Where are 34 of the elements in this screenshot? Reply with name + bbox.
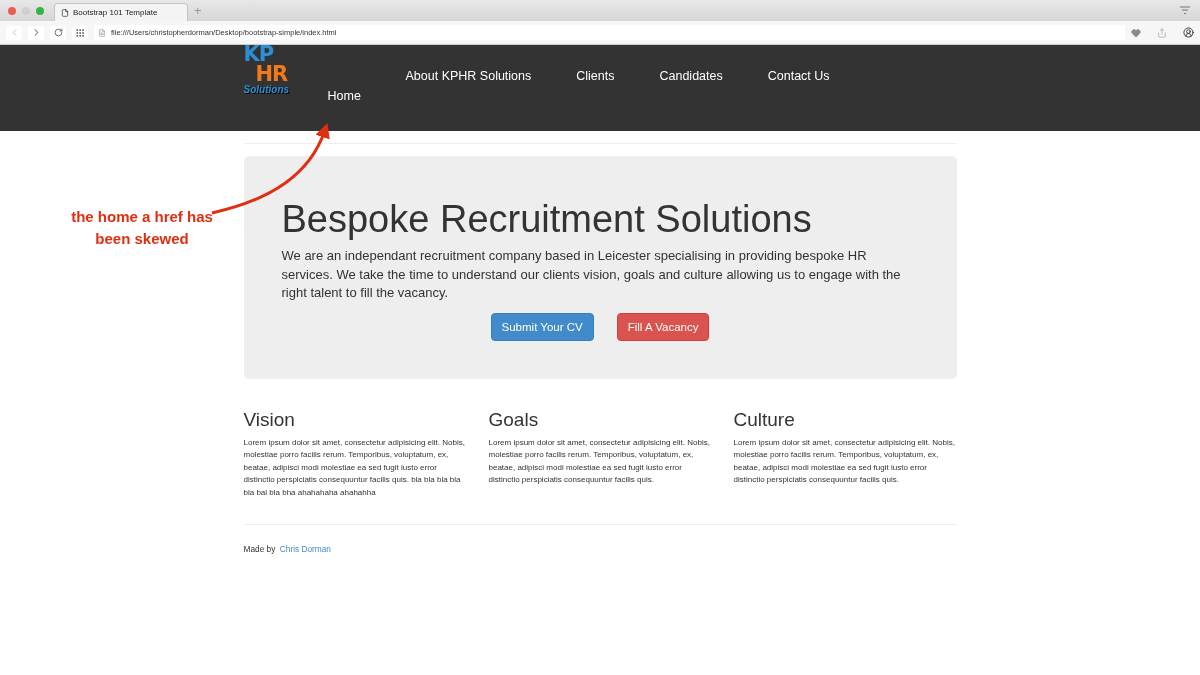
cta-button[interactable]: Fill A Vacancy [616, 312, 710, 341]
annotation-text: the home a href has been skewed [70, 207, 214, 249]
nav-link[interactable]: Candidates [659, 69, 723, 83]
hero-title: Bespoke Recruitment Solutions [281, 198, 813, 241]
footer-link[interactable]: Chris Dorman [279, 544, 331, 555]
page-icon [61, 8, 69, 17]
apps-button[interactable] [72, 25, 88, 40]
forward-button[interactable] [28, 25, 44, 40]
menu-icon[interactable] [1180, 6, 1190, 15]
cta-button[interactable]: Submit Your CV [490, 312, 594, 341]
close-dot[interactable] [8, 6, 16, 15]
reload-button[interactable] [50, 25, 66, 40]
zoom-dot[interactable] [36, 6, 44, 15]
grid-icon [75, 27, 85, 38]
logo[interactable]: KP HR Solutions [243, 45, 314, 131]
section-text: Lorem ipsum dolor sit amet, consectetur adipisicing elit. Nobis, molestiae porro facilis rerum. Temporibus, voluptatum, ex, beatae, adipisci modi molestiae ea sed fugit iusto error distinctio perspiciatis consequuntur facilis quis. bla bla bla bla bla bal bla bha ahahahaha ahahahha [243, 437, 466, 499]
nav-link[interactable]: About KPHR Solutions [405, 69, 532, 83]
browser-tab[interactable]: Bootstrap 101 Template [54, 3, 188, 21]
section-text: Lorem ipsum dolor sit amet, consectetur adipisicing elit. Nobis, molestiae porro facilis rerum. Temporibus, voluptatum, ex, beatae, adipisci modi molestiae ea sed fugit iusto error distinctio perspiciatis consequuntur facilis quis. [488, 437, 711, 487]
heart-icon[interactable] [1131, 27, 1141, 38]
nav-link[interactable]: Contact Us [767, 69, 830, 83]
reload-icon [53, 28, 63, 37]
back-button[interactable] [6, 25, 22, 40]
section-heading: Culture [733, 409, 796, 431]
nav-link[interactable]: Clients [576, 69, 615, 83]
footer-text: Made by [243, 544, 276, 555]
section-heading: Vision [243, 409, 296, 431]
section-text: Lorem ipsum dolor sit amet, consectetur adipisicing elit. Nobis, molestiae porro facilis rerum. Temporibus, voluptatum, ex, beatae, adipisci modi molestiae ea sed fugit iusto error distinctio perspiciatis consequuntur facilis quis. [733, 437, 956, 487]
share-icon[interactable] [1157, 27, 1167, 38]
page-icon [98, 28, 106, 37]
nav-link[interactable]: Home [327, 89, 361, 103]
section-heading: Goals [488, 409, 540, 431]
profile-icon[interactable] [1183, 27, 1194, 38]
hero-text: We are an independant recruitment company based in Leicester specialising in providing bespoke HR services. We take the time to understand our clients vision, goals and culture allowing us to engage with the right talent to fill the vacancy. [281, 247, 902, 302]
